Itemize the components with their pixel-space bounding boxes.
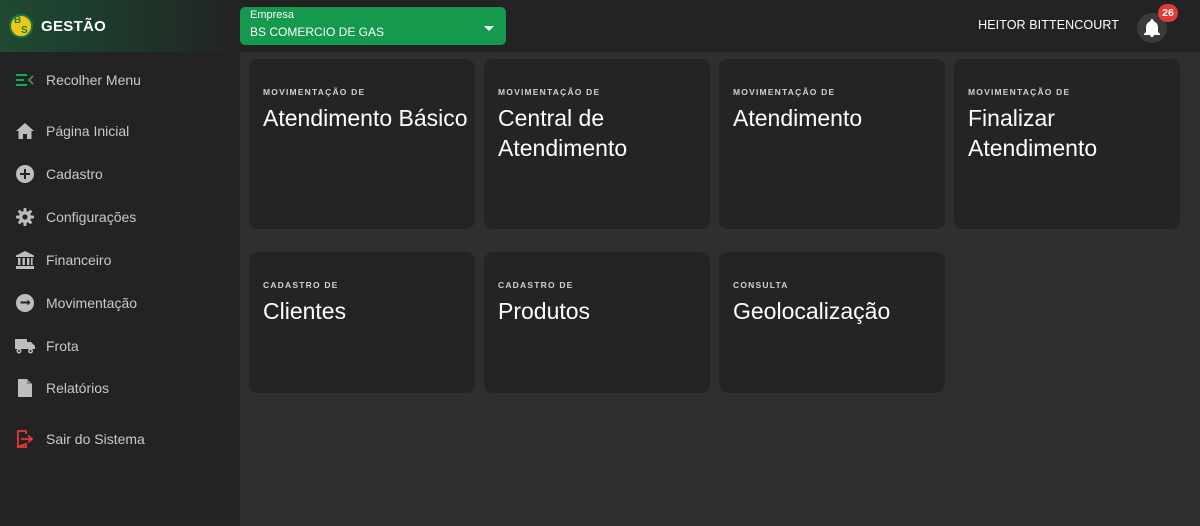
sidebar-item-label: Página Inicial <box>46 123 130 139</box>
empresa-label: Empresa <box>250 9 295 21</box>
bell-icon <box>1144 19 1160 37</box>
card-eyebrow: MOVIMENTAÇÃO DE <box>968 87 1071 97</box>
sidebar-item-financeiro[interactable]: Financeiro <box>0 242 240 278</box>
sidebar-item-label: Movimentação <box>46 295 138 311</box>
sidebar-item-logout[interactable]: Sair do Sistema <box>0 421 240 457</box>
card-title: Produtos <box>498 298 591 324</box>
card-eyebrow: CONSULTA <box>733 280 789 290</box>
home-icon <box>15 121 35 141</box>
card-geolocalizacao[interactable]: CONSULTA Geolocalização <box>719 252 945 393</box>
sidebar-item-cadastro[interactable]: Cadastro <box>0 156 240 192</box>
collapse-menu-icon <box>15 70 35 90</box>
chevron-down-icon <box>484 26 494 31</box>
document-icon <box>15 378 35 398</box>
card-title: Clientes <box>263 298 347 324</box>
card-produtos[interactable]: CADASTRO DE Produtos <box>484 252 710 393</box>
logo-letter-s: S <box>21 25 28 36</box>
card-title: Geolocalização <box>733 298 891 324</box>
card-eyebrow: MOVIMENTAÇÃO DE <box>733 87 836 97</box>
sidebar-item-label: Sair do Sistema <box>46 431 145 447</box>
sidebar-item-label: Configurações <box>46 209 137 225</box>
card-finalizar-atendimento[interactable]: MOVIMENTAÇÃO DE Finalizar Atendimento <box>954 59 1180 229</box>
top-bar: B S GESTÃO Empresa BS COMERCIO DE GAS HE… <box>0 0 1200 52</box>
logout-icon <box>15 429 35 449</box>
empresa-value: BS COMERCIO DE GAS <box>250 25 385 39</box>
sidebar-item-movimentacao[interactable]: Movimentação <box>0 285 240 321</box>
card-atendimento[interactable]: MOVIMENTAÇÃO DE Atendimento <box>719 59 945 229</box>
card-eyebrow: MOVIMENTAÇÃO DE <box>498 87 601 97</box>
card-central-de-atendimento[interactable]: MOVIMENTAÇÃO DE Central de Atendimento <box>484 59 710 229</box>
sidebar-item-label: Cadastro <box>46 166 103 182</box>
sidebar-item-label: Recolher Menu <box>46 72 141 88</box>
card-clientes[interactable]: CADASTRO DE Clientes <box>249 252 475 393</box>
card-title: Atendimento <box>733 105 863 131</box>
sidebar-item-label: Frota <box>46 338 79 354</box>
sidebar-item-home[interactable]: Página Inicial <box>0 113 240 149</box>
brand[interactable]: B S GESTÃO <box>0 0 240 52</box>
add-circle-icon <box>15 164 35 184</box>
gear-icon <box>15 207 35 227</box>
brand-logo: B S <box>9 14 33 38</box>
app-window: B S GESTÃO Empresa BS COMERCIO DE GAS HE… <box>0 0 1200 526</box>
card-title: Finalizar Atendimento <box>968 105 1098 161</box>
bank-icon <box>15 250 35 270</box>
sidebar-item-label: Relatórios <box>46 380 110 396</box>
card-atendimento-basico[interactable]: MOVIMENTAÇÃO DE Atendimento Básico <box>249 59 475 229</box>
brand-title: GESTÃO <box>41 17 107 35</box>
sidebar-item-collapse-menu[interactable]: Recolher Menu <box>0 62 240 98</box>
notification-count-badge: 26 <box>1158 4 1178 22</box>
sidebar-item-frota[interactable]: Frota <box>0 328 240 364</box>
empresa-select[interactable]: Empresa BS COMERCIO DE GAS <box>240 7 506 45</box>
sidebar-item-label: Financeiro <box>46 252 112 268</box>
truck-icon <box>15 336 35 356</box>
sidebar-item-configuracoes[interactable]: Configurações <box>0 199 240 235</box>
card-eyebrow: CADASTRO DE <box>498 280 574 290</box>
user-name[interactable]: HEITOR BITTENCOURT <box>978 18 1119 32</box>
sidebar-item-relatorios[interactable]: Relatórios <box>0 370 240 406</box>
card-title: Atendimento Básico <box>263 105 468 131</box>
swap-circle-icon <box>15 293 35 313</box>
card-eyebrow: CADASTRO DE <box>263 280 339 290</box>
sidebar: Recolher Menu Página Inicial Cadastro Co… <box>0 52 240 526</box>
card-title: Central de Atendimento <box>498 105 628 161</box>
card-eyebrow: MOVIMENTAÇÃO DE <box>263 87 366 97</box>
